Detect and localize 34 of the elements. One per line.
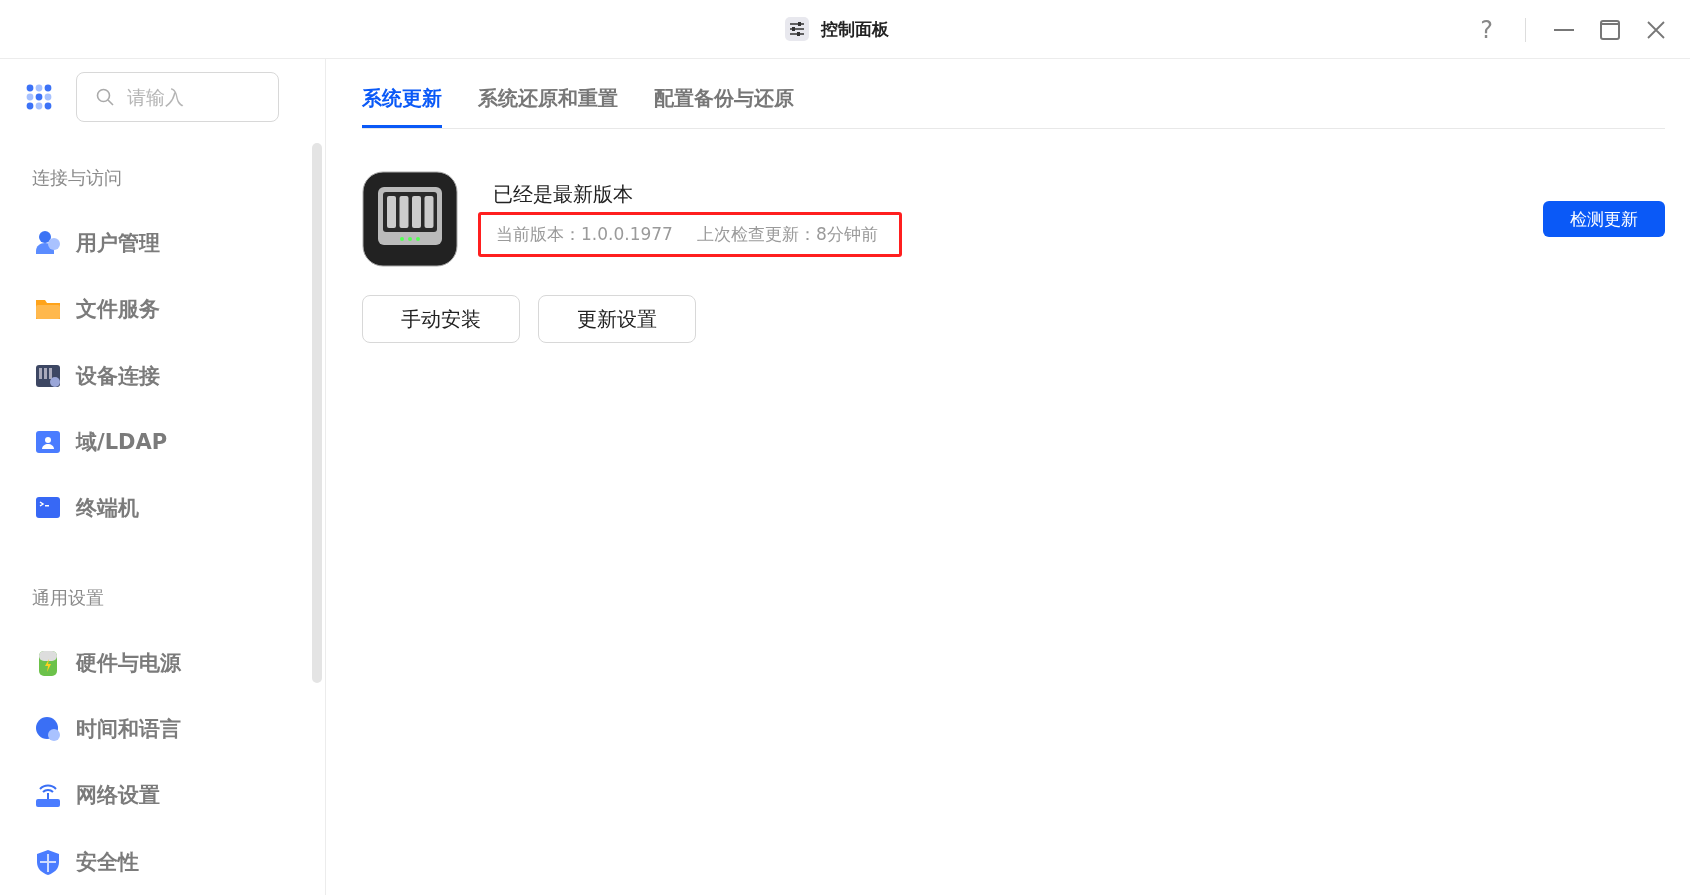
search-icon [96,88,114,106]
sidebar-item[interactable]: 设备连接 [0,342,325,409]
search-field[interactable]: 请输入 [76,72,279,122]
check-update-button[interactable]: 检测更新 [1543,201,1665,237]
sliders-icon [785,17,809,41]
scrollbar[interactable] [312,143,322,683]
sidebar-item[interactable]: 时间和语言 [0,695,325,763]
maximize-button[interactable] [1598,17,1622,42]
nas-app-icon [362,171,458,267]
sidebar-item[interactable]: 硬件与电源 [0,629,325,696]
version-text: 当前版本：1.0.0.1977 [496,223,673,246]
shield-icon [34,847,62,876]
app-grid-icon[interactable] [26,84,52,110]
globe-clock-icon [34,715,62,744]
section-label: 连接与访问 [31,166,123,190]
maximize-icon [1599,18,1621,41]
action-button[interactable]: 更新设置 [538,295,696,343]
tab[interactable]: 系统更新 [362,59,442,128]
tab[interactable]: 系统还原和重置 [478,59,618,128]
sidebar-item[interactable]: 安全性 [0,828,325,895]
window-title: 控制面板 [821,17,889,41]
sidebar-item[interactable]: 终端机 [0,475,325,542]
sidebar-item[interactable]: 文件服务 [0,276,325,343]
tab[interactable]: 配置备份与还原 [654,59,794,128]
help-button[interactable]: ? [1474,15,1499,44]
close-icon [1646,19,1666,40]
action-button[interactable]: 手动安装 [362,295,520,343]
sidebar-item[interactable]: 用户管理 [0,210,325,277]
minimize-icon [1553,28,1575,31]
last-check-text: 上次检查更新：8分钟前 [696,223,878,246]
status-text: 已经是最新版本 [493,181,634,208]
section-label: 通用设置 [31,585,105,610]
sidebar-item[interactable]: 域/LDAP [0,409,325,476]
sidebar-item[interactable]: 网络设置 [0,762,325,829]
